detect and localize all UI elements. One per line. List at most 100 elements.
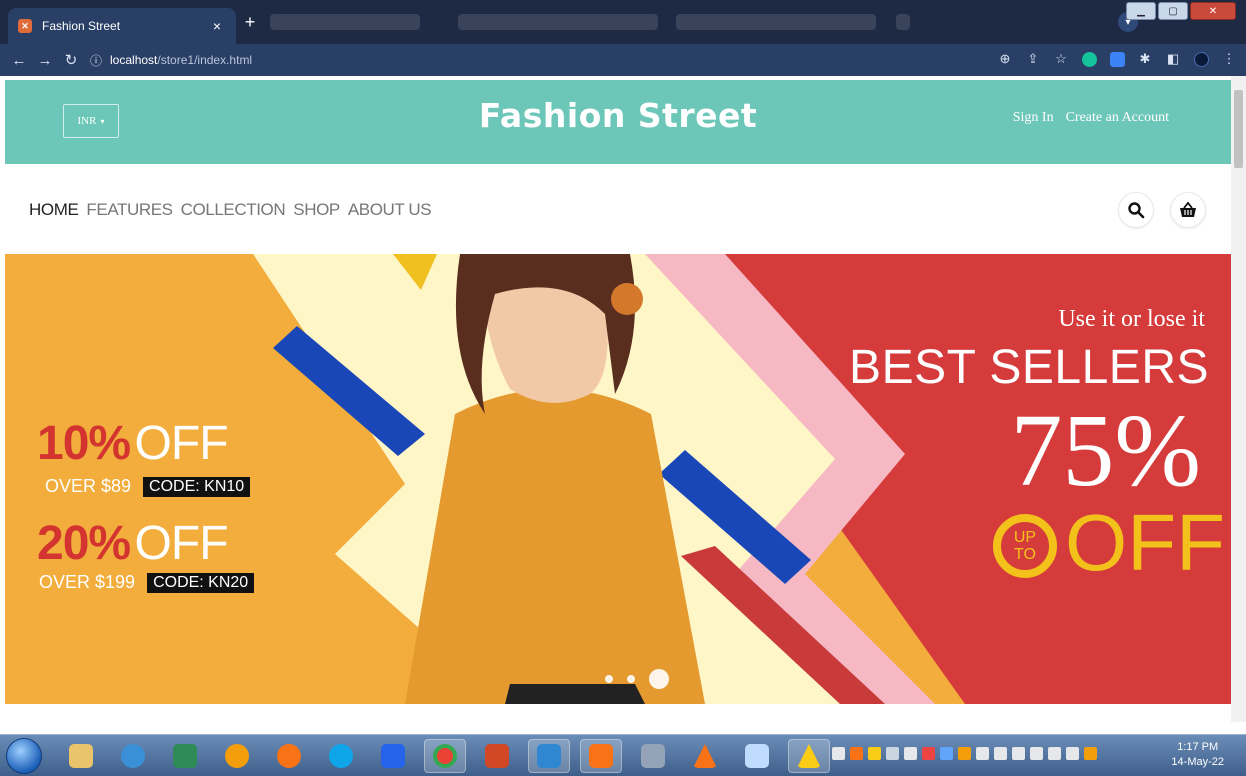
model-earring [611, 283, 643, 315]
minimize-icon[interactable]: ▁ [1126, 2, 1156, 20]
search-button[interactable] [1118, 192, 1154, 228]
main-navigation: HOME FEATURES COLLECTION SHOP ABOUT US [5, 164, 1231, 256]
slider-dots [605, 669, 669, 689]
maximize-icon[interactable]: ▢ [1158, 2, 1188, 20]
browser-tab-strip: ✕ Fashion Street × + ▾ ▁ ▢ ✕ [0, 0, 1246, 44]
background-tab[interactable] [676, 14, 876, 30]
tray-app-icon[interactable] [1066, 747, 1079, 760]
tray-search-icon[interactable] [886, 747, 899, 760]
internet-explorer-icon[interactable] [112, 739, 154, 773]
tray-app-icon[interactable] [1084, 747, 1097, 760]
window-controls: ▁ ▢ ✕ [1126, 2, 1236, 20]
notes-extension-icon[interactable] [1108, 50, 1126, 68]
new-tab-icon[interactable]: + [240, 13, 260, 31]
side-panel-icon[interactable]: ◧ [1164, 50, 1182, 68]
top-header: INR ▾ Fashion Street Sign In Create an A… [5, 80, 1231, 164]
xampp-icon: ✕ [18, 19, 32, 33]
xampp-taskbar-icon[interactable] [580, 739, 622, 773]
offer-2-off: OFF [134, 517, 229, 570]
basket-icon [1180, 201, 1196, 217]
clock-time: 1:17 PM [1177, 741, 1219, 753]
tray-app-icon[interactable] [940, 747, 953, 760]
slide-dot-3[interactable] [649, 669, 669, 689]
url-path: /store1/index.html [157, 53, 253, 67]
background-tab[interactable] [896, 14, 910, 30]
nav-features[interactable]: FEATURES [86, 200, 173, 220]
tray-app-icon[interactable] [922, 747, 935, 760]
create-account-link[interactable]: Create an Account [1066, 110, 1169, 126]
tray-app-icon[interactable] [1048, 747, 1061, 760]
firefox-icon[interactable] [268, 739, 310, 773]
url-field[interactable]: ⓘ localhost /store1/index.html [90, 52, 252, 69]
slide-dot-2[interactable] [627, 675, 635, 683]
tab-title: Fashion Street [42, 19, 121, 33]
tray-app-icon[interactable] [958, 747, 971, 760]
volume-icon[interactable] [994, 747, 1007, 760]
share-icon[interactable]: ⇪ [1024, 50, 1042, 68]
background-tab[interactable] [270, 14, 420, 30]
hero-banner[interactable]: 10% OFF OVER $89 CODE: KN10 20% OFF OVER… [5, 254, 1231, 704]
zoom-icon[interactable]: ⊕ [996, 50, 1014, 68]
scrollbar-thumb[interactable] [1234, 90, 1243, 168]
tab-fashion-street[interactable]: ✕ Fashion Street × [8, 8, 236, 44]
page-scrollbar[interactable] [1231, 76, 1246, 722]
cart-button[interactable] [1170, 192, 1206, 228]
site-info-icon[interactable]: ⓘ [90, 52, 102, 69]
url-host: localhost [110, 53, 158, 67]
edge-icon[interactable] [320, 739, 362, 773]
grammarly-extension-icon[interactable] [1080, 50, 1098, 68]
forward-icon[interactable]: → [32, 52, 58, 69]
account-links: Sign In Create an Account [1013, 110, 1169, 126]
windows-taskbar: 1:17 PM 14-May-22 [0, 734, 1246, 776]
vscode-icon[interactable] [528, 739, 570, 773]
nav-collection[interactable]: COLLECTION [181, 200, 286, 220]
nav-home[interactable]: HOME [29, 200, 79, 220]
offer-2-code: CODE: KN20 [147, 572, 255, 593]
more-menu-icon[interactable]: ⋮ [1220, 50, 1238, 68]
web-page: INR ▾ Fashion Street Sign In Create an A… [5, 80, 1231, 712]
file-explorer-icon[interactable] [60, 739, 102, 773]
close-tab-icon[interactable]: × [208, 18, 226, 34]
excel-icon[interactable] [164, 739, 206, 773]
profile-avatar-icon[interactable] [1192, 50, 1210, 68]
window-close-icon[interactable]: ✕ [1190, 2, 1236, 20]
offer-1-off: OFF [134, 417, 229, 470]
nav-about-us[interactable]: ABOUT US [348, 200, 432, 220]
to-label: TO [1014, 546, 1036, 563]
system-clock[interactable]: 1:17 PM 14-May-22 [1171, 740, 1224, 770]
bookmark-star-icon[interactable]: ☆ [1052, 50, 1070, 68]
search-icon [1128, 202, 1145, 219]
powerpoint-icon[interactable] [476, 739, 518, 773]
vpn-icon[interactable] [216, 739, 258, 773]
up-to-badge: UP TO [993, 514, 1057, 578]
chrome-icon[interactable] [424, 739, 466, 773]
nav-menu: HOME FEATURES COLLECTION SHOP ABOUT US [29, 200, 432, 220]
offer-2-percent: 20% [37, 517, 131, 570]
word-icon[interactable] [372, 739, 414, 773]
tray-app-icon[interactable] [868, 747, 881, 760]
banner-headline: BEST SELLERS [849, 341, 1209, 394]
back-icon[interactable]: ← [6, 52, 32, 69]
keyboard-icon[interactable] [736, 739, 778, 773]
offer-1-percent: 10% [37, 417, 131, 470]
toolbar-icons: ⊕ ⇪ ☆ ✱ ◧ ⋮ [996, 50, 1238, 68]
offer-2-minimum: OVER $199 [39, 572, 136, 592]
slide-dot-1[interactable] [605, 675, 613, 683]
vlc-icon[interactable] [684, 739, 726, 773]
up-label: UP [1013, 529, 1037, 546]
tray-app-icon[interactable] [1030, 747, 1043, 760]
tray-app-icon[interactable] [850, 747, 863, 760]
flag-icon[interactable] [1012, 747, 1025, 760]
reload-icon[interactable]: ↻ [58, 51, 84, 69]
warning-icon[interactable] [788, 739, 830, 773]
background-tab[interactable] [458, 14, 658, 30]
signal-icon[interactable] [976, 747, 989, 760]
extensions-puzzle-icon[interactable]: ✱ [1136, 50, 1154, 68]
calculator-icon[interactable] [632, 739, 674, 773]
sign-in-link[interactable]: Sign In [1013, 110, 1054, 126]
start-button[interactable] [6, 738, 42, 774]
tray-app-icon[interactable] [904, 747, 917, 760]
tray-app-icon[interactable] [832, 747, 845, 760]
offer-2: 20% OFF [37, 516, 229, 571]
nav-shop[interactable]: SHOP [293, 200, 340, 220]
